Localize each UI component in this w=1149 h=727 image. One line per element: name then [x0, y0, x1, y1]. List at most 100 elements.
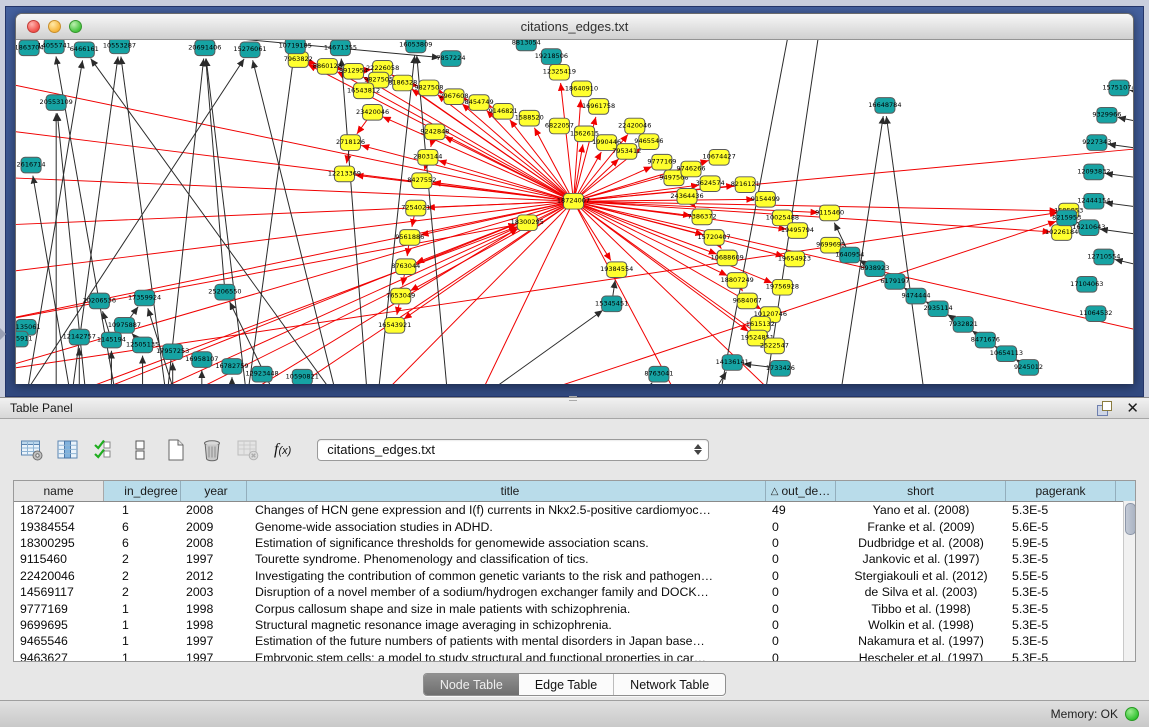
graph-node[interactable]: 1733426 [766, 361, 795, 377]
graph-node[interactable]: 2522547 [760, 338, 789, 354]
table-row[interactable]: 1938455462009Genome-wide association stu… [14, 518, 1135, 534]
graph-node[interactable]: 20553109 [40, 95, 73, 111]
table-row[interactable]: 1872400712008Changes of HCN gene express… [14, 502, 1135, 518]
graph-node[interactable]: 8860128 [313, 59, 342, 75]
graph-node[interactable]: 6179197 [880, 274, 909, 290]
graph-node[interactable]: 20206536 [83, 293, 116, 309]
graph-node[interactable]: 16053809 [399, 40, 432, 53]
column-header-short[interactable]: short [836, 481, 1006, 501]
graph-node[interactable]: 10590821 [286, 369, 319, 384]
window-titlebar[interactable]: citations_edges.txt [16, 14, 1133, 40]
graph-node[interactable]: 8216121 [731, 177, 760, 193]
graph-node[interactable]: 12213369 [328, 166, 361, 182]
graph-node[interactable]: 19756928 [766, 279, 799, 295]
graph-node[interactable]: 1640954 [835, 247, 864, 263]
graph-node[interactable]: 9245012 [1014, 360, 1043, 376]
delete-column-icon[interactable] [200, 438, 224, 462]
graph-node[interactable]: 12093832 [1077, 164, 1110, 180]
graph-node[interactable]: 12710554 [1087, 249, 1120, 265]
table-settings-icon[interactable] [20, 438, 44, 462]
graph-node[interactable]: 2718126 [336, 135, 365, 151]
column-header-out_de[interactable]: △out_de… [766, 481, 836, 501]
column-settings-icon[interactable] [56, 438, 80, 462]
close-panel-icon[interactable]: ✕ [1126, 401, 1139, 416]
table-scrollbar-thumb[interactable] [1125, 503, 1136, 535]
table-row[interactable]: 977716911998Corpus callosum shape and si… [14, 600, 1135, 616]
graph-node[interactable]: 10975887 [108, 318, 141, 334]
graph-node[interactable]: 22420046 [618, 118, 651, 134]
graph-node[interactable]: 9777169 [647, 154, 676, 170]
column-header-year[interactable]: year [181, 481, 247, 501]
table-row[interactable]: 1456911722003Disruption of a novel membe… [14, 584, 1135, 600]
graph-node[interactable]: 1588520 [515, 110, 544, 126]
close-button[interactable] [27, 20, 40, 33]
graph-node[interactable]: 25206550 [208, 284, 241, 300]
tab-node-table[interactable]: Node Table [424, 674, 519, 695]
graph-node[interactable]: 9115460 [815, 205, 844, 221]
graph-node[interactable]: 9329966 [1092, 107, 1121, 123]
graph-node[interactable]: 19384554 [600, 262, 633, 278]
tab-network-table[interactable]: Network Table [613, 674, 725, 695]
graph-node[interactable]: 19218506 [535, 49, 568, 65]
graph-node[interactable]: 9465546 [634, 134, 663, 150]
graph-node[interactable]: 10654113 [990, 346, 1023, 362]
graph-node[interactable]: 15345451 [595, 296, 628, 312]
graph-node[interactable]: 20691406 [188, 40, 221, 56]
graph-node[interactable]: 10719185 [279, 40, 312, 54]
graph-node[interactable]: 11064532 [1079, 306, 1112, 322]
zoom-button[interactable] [69, 20, 82, 33]
graph-node[interactable]: 9146821 [489, 104, 518, 120]
graph-node[interactable]: 9474444 [901, 288, 930, 304]
graph-node[interactable]: 2803144 [413, 149, 442, 165]
tab-edge-table[interactable]: Edge Table [519, 674, 613, 695]
graph-node[interactable]: 8938923 [860, 261, 889, 277]
select-columns-icon[interactable] [92, 438, 116, 462]
graph-node[interactable]: 14055741 [38, 40, 71, 54]
graph-node[interactable]: 8763044 [391, 259, 420, 275]
graph-node[interactable]: 17104063 [1070, 277, 1103, 293]
graph-node[interactable]: 9561886 [395, 230, 424, 246]
table-panel-header[interactable]: Table Panel ✕ [0, 397, 1149, 419]
graph-node[interactable]: 14671355 [324, 40, 357, 56]
memory-status-indicator[interactable] [1125, 707, 1139, 721]
graph-node[interactable]: 16961758 [582, 99, 615, 115]
graph-node[interactable]: 1145194 [97, 332, 126, 348]
column-header-name[interactable]: name [14, 481, 104, 501]
graph-node[interactable]: 7254021 [401, 200, 430, 216]
graph-node[interactable]: 16648784 [868, 98, 901, 114]
graph-node[interactable]: 10553287 [103, 40, 136, 54]
graph-node[interactable]: 12142757 [63, 329, 96, 345]
graph-node[interactable]: 8813054 [512, 40, 541, 51]
graph-node[interactable]: 18640910 [565, 81, 598, 97]
graph-node[interactable]: 10674427 [703, 149, 736, 165]
graph-node[interactable]: 12923448 [245, 366, 278, 382]
graph-node[interactable]: 8186328 [388, 75, 417, 91]
graph-node[interactable]: 8763041 [644, 366, 673, 382]
new-column-icon[interactable] [164, 438, 188, 462]
graph-node[interactable]: 14136141 [716, 355, 749, 371]
table-row[interactable]: 2242004622012Investigating the contribut… [14, 568, 1135, 584]
graph-node[interactable]: 9227343 [1082, 135, 1111, 151]
graph-node[interactable]: 16543921 [378, 318, 411, 334]
graph-node[interactable]: 15276061 [233, 42, 266, 58]
minimize-button[interactable] [48, 20, 61, 33]
table-scrollbar[interactable] [1123, 501, 1135, 661]
table-row[interactable]: 1830029562008Estimation of significance … [14, 535, 1135, 551]
table-row[interactable]: 946554611997Estimation of the future num… [14, 633, 1135, 649]
graph-node[interactable]: 9684067 [733, 293, 762, 309]
graph-node[interactable]: 9242848 [420, 124, 449, 140]
graph-node[interactable]: 7653049 [386, 288, 415, 304]
delete-table-icon[interactable] [236, 438, 260, 462]
graph-node[interactable]: 7857224 [436, 51, 465, 67]
splitter-grip[interactable] [569, 396, 577, 401]
graph-node[interactable]: 9746266 [676, 161, 705, 177]
graph-node[interactable]: 15720407 [698, 230, 731, 246]
column-header-in_degree[interactable]: in_degree [104, 481, 181, 501]
collapsed-panel-handle[interactable] [0, 328, 6, 340]
graph-node[interactable]: 9154499 [751, 191, 780, 207]
graph-node[interactable]: 3624574 [696, 176, 725, 192]
graph-node[interactable]: 7932821 [949, 317, 978, 333]
function-builder-button[interactable]: f(x) [274, 441, 291, 459]
graph-node[interactable]: 8427552 [407, 173, 436, 189]
graph-node[interactable]: 15751074 [1102, 80, 1133, 96]
